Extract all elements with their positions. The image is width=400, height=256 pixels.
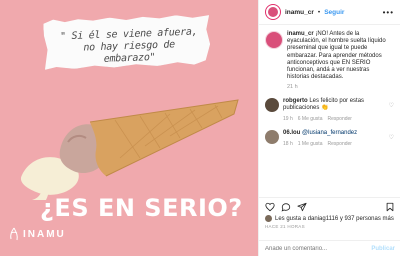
- heart-icon[interactable]: [265, 202, 275, 212]
- note-text: " Si él se viene afuera, no hay riesgo d…: [59, 26, 198, 65]
- comment-username[interactable]: 06.lou: [283, 130, 300, 136]
- likes-text[interactable]: Les gusta a daniag1116 y 937 personas má…: [275, 216, 394, 222]
- comment: 06.lou @lusiana_fernandez 18 h 1 Me gust…: [265, 130, 394, 147]
- comment-meta: 18 h 1 Me gusta Responder: [283, 141, 383, 147]
- comments-section: inamu_cr ¡NO! Antes de la eyaculación, e…: [259, 25, 400, 147]
- ice-cream-cone-illustration: [20, 99, 239, 200]
- header-username[interactable]: inamu_cr: [285, 9, 314, 16]
- comment-likes[interactable]: 1 Me gusta: [298, 141, 323, 147]
- post-header: inamu_cr • Seguir •••: [259, 0, 400, 25]
- comment-input[interactable]: [265, 245, 365, 252]
- brand-name: INAMU: [23, 228, 66, 240]
- comment-avatar[interactable]: [265, 130, 279, 145]
- paper-note: " Si él se viene afuera, no hay riesgo d…: [43, 14, 211, 70]
- reply-button[interactable]: Responder: [327, 116, 351, 122]
- caption: inamu_cr ¡NO! Antes de la eyaculación, e…: [265, 31, 394, 90]
- comment-time[interactable]: 18 h: [283, 141, 293, 147]
- comment-username[interactable]: robgerto: [283, 98, 308, 104]
- comment-likes[interactable]: 6 Me gusta: [298, 116, 323, 122]
- instagram-post: " Si él se viene afuera, no hay riesgo d…: [0, 0, 400, 256]
- actions-bar: Les gusta a daniag1116 y 937 personas má…: [259, 197, 400, 229]
- caption-avatar[interactable]: [265, 31, 283, 49]
- comment-heart-icon[interactable]: ♡: [389, 102, 394, 109]
- comment-text: robgerto Les felicito por estas publicac…: [283, 98, 383, 112]
- headline: ¿ES EN SERIO?: [40, 194, 243, 222]
- caption-username[interactable]: inamu_cr: [287, 31, 314, 37]
- comment-avatar[interactable]: [265, 98, 279, 113]
- comment-text: 06.lou @lusiana_fernandez: [283, 130, 383, 137]
- caption-text: inamu_cr ¡NO! Antes de la eyaculación, e…: [287, 31, 391, 81]
- caption-time[interactable]: 21 h: [287, 84, 391, 90]
- comment-heart-icon[interactable]: ♡: [389, 134, 394, 141]
- comment-time[interactable]: 19 h: [283, 116, 293, 122]
- inamu-logo: INAMU: [8, 227, 66, 241]
- comment-mention-link[interactable]: @lusiana_fernandez: [302, 130, 357, 136]
- post-image[interactable]: " Si él se viene afuera, no hay riesgo d…: [0, 0, 258, 256]
- follow-button[interactable]: Seguir: [324, 9, 344, 16]
- bookmark-icon[interactable]: [385, 202, 395, 212]
- comment: robgerto Les felicito por estas publicac…: [265, 98, 394, 122]
- comment-meta: 19 h 6 Me gusta Responder: [283, 116, 383, 122]
- separator-dot: •: [317, 8, 321, 16]
- add-comment-bar: Publicar: [259, 240, 400, 256]
- comment-icon[interactable]: [281, 202, 291, 212]
- liker-avatar: [265, 215, 272, 222]
- share-icon[interactable]: [297, 202, 307, 212]
- more-options-icon[interactable]: •••: [383, 8, 394, 17]
- inamu-figure-icon: [10, 227, 18, 241]
- likes-summary[interactable]: Les gusta a daniag1116 y 937 personas má…: [265, 215, 395, 222]
- post-panel: inamu_cr • Seguir ••• inamu_cr ¡NO! Ante…: [258, 0, 400, 256]
- post-date[interactable]: HACE 21 HORAS: [265, 224, 395, 229]
- reply-button[interactable]: Responder: [327, 141, 351, 147]
- action-icons: [265, 201, 395, 213]
- caption-body: ¡NO! Antes de la eyaculación, el hombre …: [287, 31, 386, 81]
- avatar[interactable]: [265, 4, 281, 20]
- publish-button[interactable]: Publicar: [371, 246, 395, 252]
